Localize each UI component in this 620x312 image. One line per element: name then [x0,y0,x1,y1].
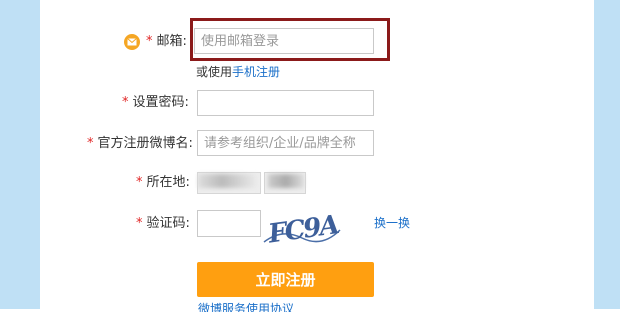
phone-register-link[interactable]: 手机注册 [232,65,280,79]
weibo-name-field[interactable] [197,130,374,156]
weibo-name-label-text: 官方注册微博名: [97,136,193,151]
province-value-blurred [198,174,258,188]
weibo-name-required-mark: * [87,136,94,151]
location-label: * 所在地: [136,171,190,195]
location-required-mark: * [136,175,143,190]
password-label: * 设置密码: [122,91,189,115]
password-label-text: 设置密码: [132,95,189,110]
right-background [594,0,620,309]
left-background [0,0,40,309]
service-agreement-link[interactable]: 微博服务使用协议 [198,302,294,312]
email-label-text: 邮箱: [156,34,187,49]
captcha-required-mark: * [136,216,143,231]
location-label-text: 所在地: [146,175,190,190]
password-field[interactable] [197,90,374,116]
city-value-blurred [268,174,304,188]
weibo-name-label: * 官方注册微博名: [87,132,193,156]
email-required-mark: * [146,34,153,49]
password-required-mark: * [122,95,129,110]
mail-icon [124,34,140,50]
register-button[interactable]: 立即注册 [197,262,374,297]
captcha-label-text: 验证码: [146,216,190,231]
email-label: * 邮箱: [146,30,187,54]
captcha-text: FC9A [266,210,341,248]
captcha-image: FC9A [263,210,341,248]
captcha-label: * 验证码: [136,212,190,236]
phone-register-prefix: 或使用 [196,65,233,79]
email-field[interactable] [194,28,374,54]
captcha-field[interactable] [197,210,261,237]
refresh-captcha-link[interactable]: 换一换 [374,214,410,231]
phone-register-hint: 或使用手机注册 [196,63,280,80]
